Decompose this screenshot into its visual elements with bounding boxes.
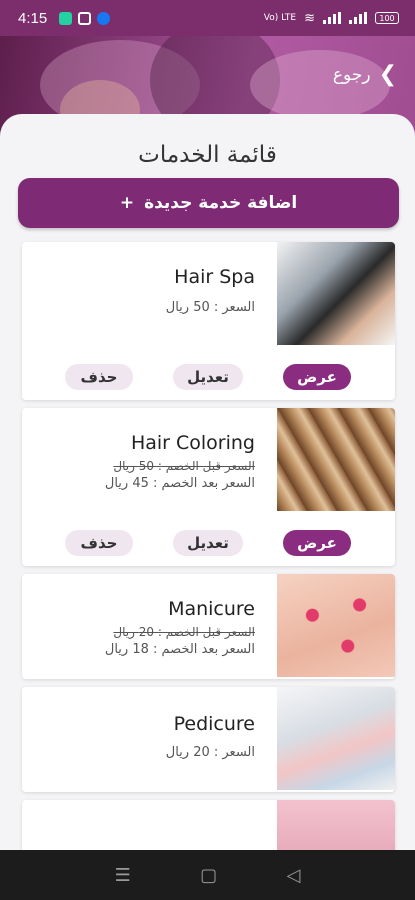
add-service-button[interactable]: اضافة خدمة جديدة +: [18, 178, 399, 228]
service-name: Manicure: [168, 598, 255, 620]
status-bar: 4:15 Vo) LTE ≋ 100: [0, 0, 415, 36]
system-nav-bar: ☰ ▢ ◁: [0, 850, 415, 900]
menu-icon[interactable]: ☰: [115, 865, 131, 886]
status-time: 4:15: [18, 9, 48, 27]
service-old-price: السعر قبل الخصم : 20 ريال: [113, 625, 255, 639]
pedicure-image: [277, 687, 395, 790]
edit-button[interactable]: تعديل: [173, 364, 243, 390]
signal-icon: [323, 12, 341, 24]
service-card-pedicure: Pedicure السعر : 20 ريال: [22, 687, 395, 792]
signal-icon-2: [349, 12, 367, 24]
service-card-next: [22, 800, 395, 850]
service-price: السعر : 50 ريال: [165, 300, 255, 315]
messenger-icon: [97, 11, 111, 25]
service-name: Pedicure: [173, 713, 255, 735]
battery-label: 100: [379, 13, 395, 23]
service-old-price: السعر قبل الخصم : 50 ريال: [113, 459, 255, 473]
service-card-hair-coloring: Hair Coloring السعر قبل الخصم : 50 ريال …: [22, 408, 395, 566]
view-button[interactable]: عرض: [283, 530, 351, 556]
back-triangle-icon[interactable]: ◁: [286, 865, 300, 886]
edit-button[interactable]: تعديل: [173, 530, 243, 556]
service-price: السعر : 20 ريال: [165, 745, 255, 760]
service-card-manicure: Manicure السعر قبل الخصم : 20 ريال السعر…: [22, 574, 395, 679]
page-title: قائمة الخدمات: [138, 142, 277, 168]
delete-button[interactable]: حذف: [65, 364, 133, 390]
battery-icon: 100: [375, 12, 399, 24]
back-button[interactable]: ❯ رجوع: [333, 62, 397, 87]
home-icon[interactable]: ▢: [200, 865, 217, 886]
back-label: رجوع: [332, 64, 371, 85]
plus-icon: +: [119, 193, 135, 213]
manicure-image: [277, 574, 395, 677]
laptop-icon: [78, 11, 92, 25]
hair-spa-image: [277, 242, 395, 345]
hair-coloring-image: [277, 408, 395, 511]
service-card-hair-spa: Hair Spa السعر : 50 ريال عرض تعديل حذف: [22, 242, 395, 400]
service-new-price: السعر بعد الخصم : 45 ريال: [104, 476, 255, 491]
service-name: Hair Spa: [174, 266, 255, 288]
chevron-right-icon: ❯: [378, 62, 397, 87]
service-new-price: السعر بعد الخصم : 18 ريال: [104, 642, 255, 657]
service-name: Hair Coloring: [130, 432, 255, 454]
next-service-image: [277, 800, 395, 850]
add-service-label: اضافة خدمة جديدة: [144, 193, 298, 213]
content-sheet: قائمة الخدمات اضافة خدمة جديدة + Hair Sp…: [0, 114, 415, 850]
whatsapp-icon: [59, 11, 73, 25]
delete-button[interactable]: حذف: [65, 530, 133, 556]
wifi-icon: ≋: [304, 10, 315, 26]
network-label: Vo) LTE: [263, 12, 297, 23]
view-button[interactable]: عرض: [283, 364, 351, 390]
